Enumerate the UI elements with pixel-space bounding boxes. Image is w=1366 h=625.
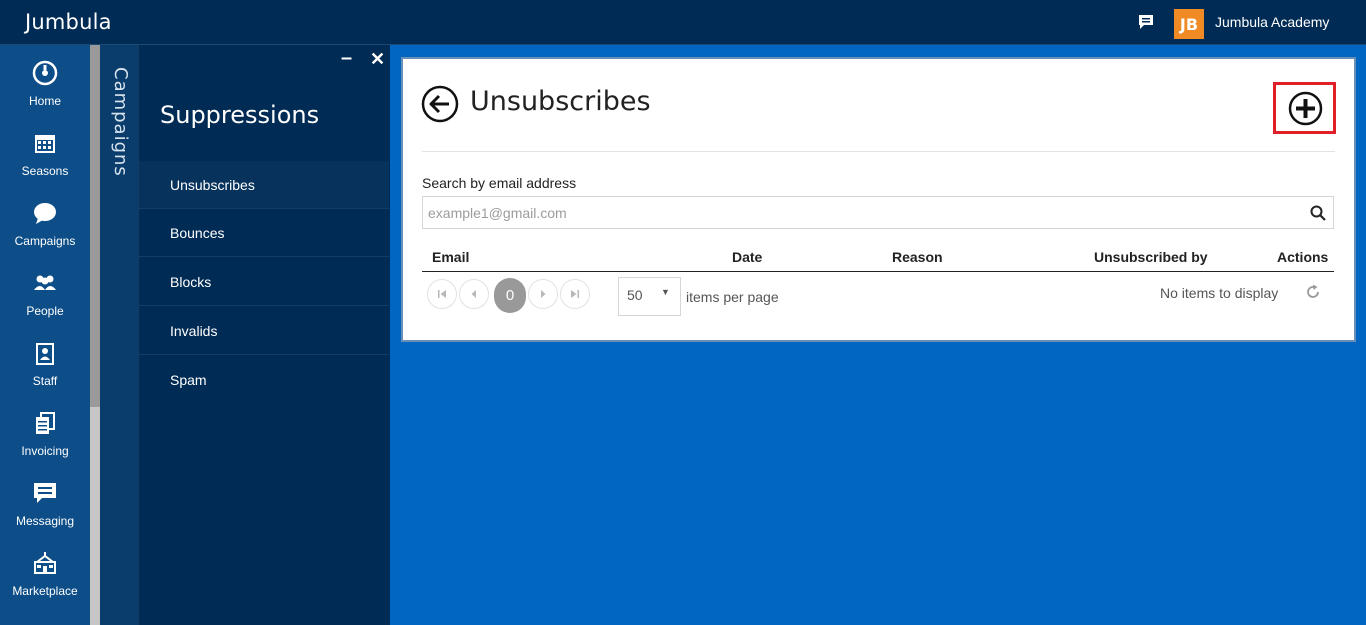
panel-item-bounces[interactable]: Bounces [139, 209, 389, 257]
search-input[interactable] [422, 196, 1334, 229]
add-circle-icon [1288, 91, 1323, 126]
top-bar [0, 0, 1366, 45]
home-icon [32, 60, 58, 86]
nav-label: People [26, 304, 64, 318]
divider [422, 151, 1335, 152]
invoicing-icon [36, 412, 55, 434]
nav-item-staff[interactable]: Staff [0, 330, 90, 400]
chevron-down-icon: ▼ [661, 287, 670, 297]
org-name[interactable]: Jumbula Academy [1215, 14, 1329, 30]
search-label: Search by email address [422, 175, 577, 191]
column-header-date[interactable]: Date [732, 249, 762, 265]
messaging-icon [34, 483, 56, 503]
panel-item-invalids[interactable]: Invalids [139, 307, 389, 355]
nav-item-campaigns[interactable]: Campaigns [0, 190, 90, 260]
left-nav: Home Seasons Campaigns People Staff Invo… [0, 45, 90, 625]
previous-page-button[interactable] [459, 279, 489, 309]
close-icon[interactable]: ✕ [370, 49, 385, 70]
nav-label: Messaging [15, 514, 75, 528]
people-icon [34, 275, 56, 290]
nav-label: Marketplace [12, 584, 78, 598]
table-header-border [422, 271, 1334, 272]
nav-label: Seasons [21, 164, 69, 178]
org-logo[interactable]: JB [1174, 9, 1204, 39]
nav-item-seasons[interactable]: Seasons [0, 120, 90, 190]
last-page-button[interactable] [560, 279, 590, 309]
nav-label: Campaigns [14, 234, 76, 248]
first-page-button[interactable] [427, 279, 457, 309]
minimize-icon[interactable]: – [341, 48, 352, 68]
page-title: Unsubscribes [470, 86, 651, 117]
staff-icon [36, 343, 54, 365]
page-size-label: items per page [686, 289, 779, 305]
calendar-icon [35, 135, 55, 153]
current-page[interactable]: 0 [494, 278, 526, 313]
campaigns-icon [34, 203, 56, 224]
nav-item-home[interactable]: Home [0, 50, 90, 120]
app-brand[interactable]: Jumbula [25, 10, 112, 34]
panel-title: Suppressions [160, 101, 320, 129]
refresh-icon[interactable] [1305, 284, 1321, 300]
column-header-unsubscribed-by[interactable]: Unsubscribed by [1094, 249, 1208, 265]
previous-page-icon [471, 290, 476, 298]
column-header-email[interactable]: Email [432, 249, 469, 265]
nav-label: Home [28, 94, 61, 108]
nav-item-invoicing[interactable]: Invoicing [0, 400, 90, 470]
panel-item-spam[interactable]: Spam [139, 356, 389, 404]
next-page-icon [541, 290, 546, 298]
nav-item-messaging[interactable]: Messaging [0, 470, 90, 540]
column-header-actions: Actions [1277, 249, 1329, 265]
next-page-button[interactable] [528, 279, 558, 309]
nav-item-marketplace[interactable]: Marketplace [0, 540, 90, 610]
panel-item-blocks[interactable]: Blocks [139, 258, 389, 306]
nav-label: Invoicing [21, 444, 69, 458]
marketplace-icon [34, 552, 56, 574]
last-page-icon [571, 290, 579, 298]
empty-message: No items to display [1160, 285, 1279, 301]
back-arrow-icon[interactable] [421, 85, 459, 123]
column-header-reason[interactable]: Reason [892, 249, 943, 265]
add-unsubscribe-button[interactable] [1273, 82, 1336, 134]
first-page-icon [438, 290, 446, 298]
chat-bubble-icon[interactable] [1137, 13, 1155, 31]
search-icon[interactable] [1310, 205, 1326, 221]
section-strip-label[interactable]: Campaigns [110, 67, 131, 177]
nav-item-people[interactable]: People [0, 260, 90, 330]
page-size-value: 50 [627, 287, 643, 303]
nav-scrollbar-thumb[interactable] [90, 45, 100, 407]
panel-item-unsubscribes[interactable]: Unsubscribes [139, 161, 389, 209]
nav-label: Staff [32, 374, 58, 388]
